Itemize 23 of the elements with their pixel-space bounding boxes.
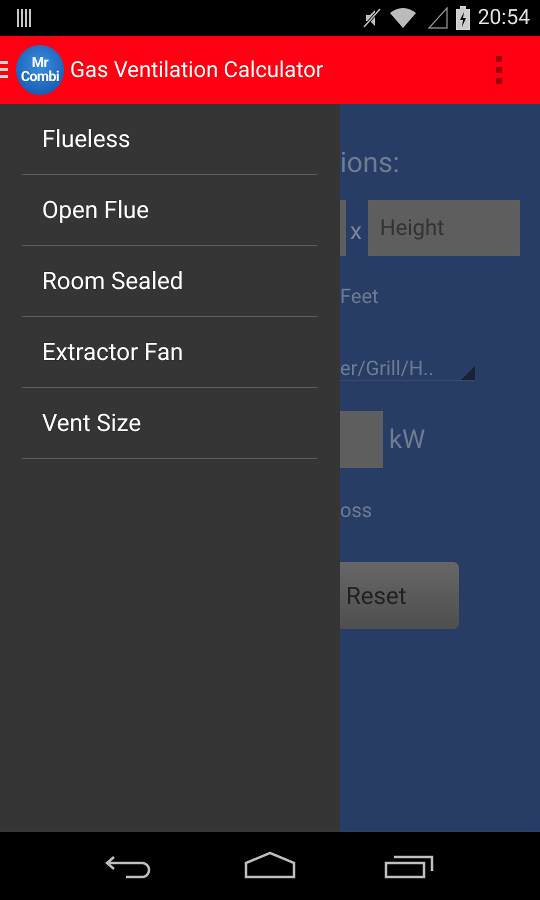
dropdown-arrow-icon: [461, 366, 475, 380]
drawer-indicator-icon[interactable]: [0, 59, 8, 81]
drawer-item[interactable]: Open Flue: [22, 175, 317, 246]
form-heading: ions:: [340, 146, 400, 180]
drawer-item[interactable]: Room Sealed: [22, 246, 317, 317]
clock-time: 20:54: [478, 6, 530, 30]
width-field[interactable]: [340, 200, 346, 256]
power-field[interactable]: [340, 411, 383, 468]
option-label: oss: [340, 498, 374, 522]
mute-icon: [362, 7, 382, 29]
notification-icon: [16, 9, 32, 27]
drawer-item[interactable]: Flueless: [22, 104, 317, 175]
drawer-item[interactable]: Extractor Fan: [22, 317, 317, 388]
drawer-item[interactable]: Vent Size: [22, 388, 317, 459]
overflow-menu-icon[interactable]: [496, 55, 504, 85]
battery-icon: [456, 6, 470, 30]
home-icon[interactable]: [244, 851, 296, 881]
app-title: Gas Ventilation Calculator: [70, 58, 324, 82]
times-sign: x: [350, 217, 362, 245]
app-logo: Mr Combi: [16, 45, 64, 95]
power-unit: kW: [389, 424, 426, 454]
unit-label: Feet: [340, 284, 380, 308]
signal-icon: [428, 7, 448, 29]
